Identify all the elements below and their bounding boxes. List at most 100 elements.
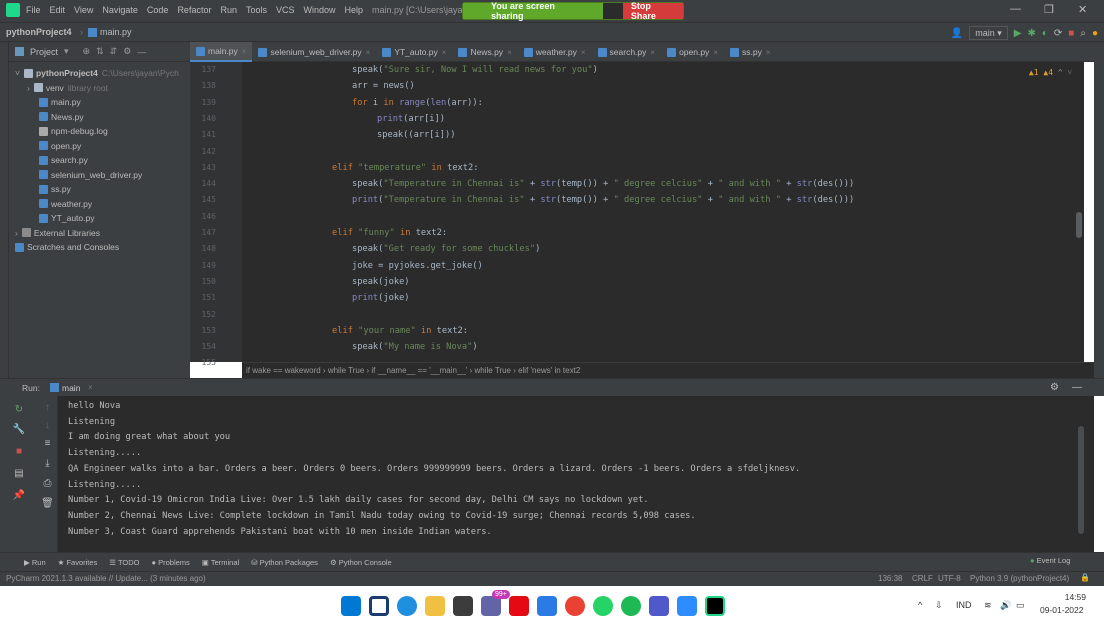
run-config-select[interactable]: main ▾ xyxy=(969,26,1008,40)
caret-position[interactable]: 136:38 xyxy=(878,574,902,583)
hide-panel-icon[interactable]: — xyxy=(1072,382,1082,393)
clock-time[interactable]: 14:59 xyxy=(1052,592,1086,602)
menu-refactor[interactable]: Refactor xyxy=(177,5,211,15)
line-separator[interactable]: CRLF xyxy=(912,574,933,583)
tool-tab[interactable]: ⛁ Python Packages xyxy=(251,558,318,567)
nav-project[interactable]: pythonProject4 xyxy=(6,27,72,37)
file-encoding[interactable]: UTF-8 xyxy=(938,574,961,583)
windows-start-icon[interactable] xyxy=(341,596,361,616)
run-config-tab[interactable]: main xyxy=(62,383,80,393)
dropdown-icon[interactable]: ▾ xyxy=(64,46,69,57)
tool-tab[interactable]: ● Problems xyxy=(151,558,189,567)
volume-icon[interactable]: 🔊 xyxy=(1000,600,1011,611)
close-tab-icon[interactable]: × xyxy=(713,48,718,57)
restore-icon[interactable]: ❐ xyxy=(1044,3,1054,16)
nav-file[interactable]: main.py xyxy=(100,27,132,37)
expand-arrow-icon[interactable]: ˅ xyxy=(15,68,20,78)
file-explorer-icon[interactable] xyxy=(425,596,445,616)
clock-date[interactable]: 09-01-2022 xyxy=(1040,605,1083,615)
whatsapp-icon[interactable] xyxy=(593,596,613,616)
close-tab-icon[interactable]: × xyxy=(442,48,447,57)
close-icon[interactable]: ✕ xyxy=(1078,3,1087,16)
wifi-icon[interactable]: ≋ xyxy=(984,600,992,611)
search-everywhere-icon[interactable]: ⌕ xyxy=(1080,28,1086,39)
spotify-icon[interactable] xyxy=(621,596,641,616)
netflix-icon[interactable] xyxy=(509,596,529,616)
tool-tab[interactable]: ☰ TODO xyxy=(109,558,139,567)
usb-icon[interactable]: ⇩ xyxy=(935,600,943,611)
editor-tab[interactable]: ss.py × xyxy=(724,42,777,62)
menu-run[interactable]: Run xyxy=(220,5,237,15)
editor-tab[interactable]: open.py × xyxy=(661,42,724,62)
editor-breadcrumb-text[interactable]: if wake == wakeword › while True › if __… xyxy=(246,366,580,375)
editor-tab[interactable]: main.py × xyxy=(190,42,253,62)
battery-icon[interactable]: ▭ xyxy=(1016,600,1025,611)
stop-icon[interactable]: ■ xyxy=(0,446,38,457)
event-log-tab[interactable]: ● Event Log xyxy=(1030,556,1070,565)
console-scrollbar[interactable] xyxy=(1078,426,1084,534)
tool-tab[interactable]: ⚙ Python Console xyxy=(330,558,392,567)
tree-item[interactable]: ˅ pythonProject4 C:\Users\jayan\Pych xyxy=(9,66,179,81)
stop-share-button[interactable]: Stop Share xyxy=(622,1,683,21)
settings-gear-icon[interactable]: ⚙ xyxy=(123,46,131,57)
soft-wrap-icon[interactable]: ≡ xyxy=(38,438,57,449)
menu-tools[interactable]: Tools xyxy=(246,5,267,15)
tree-item[interactable]: search.py xyxy=(9,153,88,168)
settings-gear-icon[interactable]: ⚙ xyxy=(1050,382,1059,393)
language-indicator[interactable]: IND xyxy=(956,600,972,610)
profile-icon[interactable]: ⟳ xyxy=(1054,28,1062,39)
menu-vcs[interactable]: VCS xyxy=(276,5,295,15)
close-tab-icon[interactable]: × xyxy=(366,48,371,57)
notion-icon[interactable] xyxy=(453,596,473,616)
tool-tab[interactable]: ▶ Run xyxy=(24,558,46,567)
user-icon[interactable]: 👤 xyxy=(951,28,963,39)
editor-scrollbar[interactable] xyxy=(1076,212,1082,238)
search-icon[interactable] xyxy=(369,596,389,616)
tree-item[interactable]: News.py xyxy=(9,110,84,125)
coverage-icon[interactable]: ◐ xyxy=(1042,28,1048,39)
menu-file[interactable]: File xyxy=(26,5,41,15)
stop-icon[interactable]: ■ xyxy=(1068,28,1074,39)
hide-panel-icon[interactable]: — xyxy=(137,47,146,57)
menu-help[interactable]: Help xyxy=(345,5,364,15)
scroll-up-icon[interactable]: ↑ xyxy=(38,402,57,413)
layout-icon[interactable]: ▤ xyxy=(0,468,38,479)
chrome-icon[interactable] xyxy=(565,596,585,616)
expand-arrow-icon[interactable]: › xyxy=(27,83,30,93)
editor-tab[interactable]: YT_auto.py × xyxy=(376,42,452,62)
editor-tab[interactable]: search.py × xyxy=(592,42,662,62)
tree-item[interactable]: ss.py xyxy=(9,182,71,197)
close-tab-icon[interactable]: × xyxy=(766,48,771,57)
tree-item[interactable]: Scratches and Consoles xyxy=(9,240,119,255)
rerun-icon[interactable]: ↻ xyxy=(0,404,38,415)
status-message[interactable]: PyCharm 2021.1.3 available // Update... … xyxy=(6,574,206,583)
editor-tab[interactable]: News.py × xyxy=(452,42,517,62)
editor-tab[interactable]: selenium_web_driver.py × xyxy=(252,42,376,62)
scroll-to-end-icon[interactable]: ⤓ xyxy=(38,458,57,469)
wrench-icon[interactable]: 🔧 xyxy=(0,424,38,435)
expand-arrow-icon[interactable]: › xyxy=(15,228,18,238)
expand-all-icon[interactable]: ⇅ xyxy=(96,46,104,57)
tree-item[interactable]: selenium_web_driver.py xyxy=(9,168,142,183)
edge-browser-icon[interactable] xyxy=(397,596,417,616)
clear-console-icon[interactable]: 🗑 xyxy=(38,498,57,509)
tree-item[interactable]: YT_auto.py xyxy=(9,211,94,226)
pycharm-taskbar-icon[interactable] xyxy=(705,596,725,616)
tool-tab[interactable]: ★ Favorites xyxy=(58,558,98,567)
teams-icon[interactable] xyxy=(481,596,501,616)
debug-icon[interactable]: ✱ xyxy=(1027,28,1035,39)
python-interpreter[interactable]: Python 3.9 (pythonProject4) xyxy=(970,574,1069,583)
store-icon[interactable] xyxy=(537,596,557,616)
close-tab-icon[interactable]: × xyxy=(88,383,93,392)
console-output[interactable]: hello Nova Listening I am doing great what… xyxy=(58,396,1094,552)
close-tab-icon[interactable]: × xyxy=(242,47,247,56)
tree-item[interactable]: weather.py xyxy=(9,197,92,212)
lock-icon[interactable]: 🔒 xyxy=(1080,573,1090,582)
chevron-up-icon[interactable]: ^ xyxy=(918,600,922,610)
close-tab-icon[interactable]: × xyxy=(507,48,512,57)
menu-window[interactable]: Window xyxy=(304,5,336,15)
tree-item[interactable]: npm-debug.log xyxy=(9,124,108,139)
inspection-widget[interactable]: ▲1 ▲4 ^ ˅ xyxy=(1029,68,1072,77)
close-tab-icon[interactable]: × xyxy=(581,48,586,57)
run-icon[interactable]: ▶ xyxy=(1014,28,1022,39)
